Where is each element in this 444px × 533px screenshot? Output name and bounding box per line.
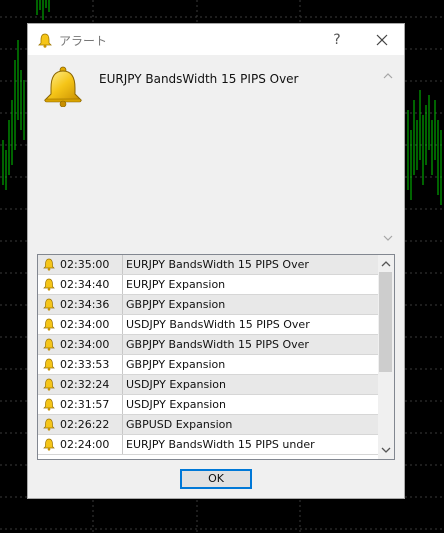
list-item[interactable]: 02:34:00 USDJPY BandsWidth 15 PIPS Over	[38, 315, 378, 335]
alert-text: USDJPY Expansion	[126, 398, 226, 411]
ok-button[interactable]: OK	[180, 469, 252, 489]
alert-text: EURJPY Expansion	[126, 278, 226, 291]
alert-text: EURJPY BandsWidth 15 PIPS Over	[126, 258, 309, 271]
alert-list[interactable]: 02:35:00 EURJPY BandsWidth 15 PIPS Over 02…	[37, 254, 395, 460]
alert-time: 02:34:40	[60, 278, 110, 291]
scrollbar-thumb[interactable]	[379, 272, 392, 372]
column-divider	[122, 255, 123, 275]
alert-text: EURJPY BandsWidth 15 PIPS under	[126, 438, 315, 451]
bell-icon	[43, 438, 55, 451]
window-title: アラート	[59, 34, 108, 48]
bell-icon	[43, 358, 55, 371]
alert-time: 02:32:24	[60, 378, 110, 391]
alert-dialog: アラート ? EURJPY BandsWidth 15 PIPS Over 02…	[27, 23, 405, 499]
help-button[interactable]: ?	[324, 28, 350, 52]
column-divider	[122, 375, 123, 395]
bell-icon	[43, 398, 55, 411]
bell-icon	[43, 338, 55, 351]
column-divider	[122, 415, 123, 435]
chevron-up-icon[interactable]	[381, 69, 395, 83]
list-item[interactable]: 02:34:36 GBPJPY Expansion	[38, 295, 378, 315]
alert-time: 02:34:36	[60, 298, 110, 311]
bell-icon	[43, 66, 83, 107]
alert-text: USDJPY BandsWidth 15 PIPS Over	[126, 318, 310, 331]
alert-time: 02:34:00	[60, 338, 110, 351]
close-icon	[376, 34, 388, 46]
bell-icon	[43, 258, 55, 271]
column-divider	[122, 355, 123, 375]
row-divider	[38, 454, 378, 455]
list-item[interactable]: 02:34:40 EURJPY Expansion	[38, 275, 378, 295]
alert-text: GBPJPY BandsWidth 15 PIPS Over	[126, 338, 309, 351]
alert-time: 02:26:22	[60, 418, 110, 431]
message-scrollbar[interactable]	[381, 69, 395, 245]
alert-message: EURJPY BandsWidth 15 PIPS Over	[99, 72, 299, 86]
list-item[interactable]: 02:33:53 GBPJPY Expansion	[38, 355, 378, 375]
title-bar[interactable]: アラート ?	[28, 24, 404, 55]
alert-time: 02:33:53	[60, 358, 110, 371]
column-divider	[122, 275, 123, 295]
bell-icon	[43, 378, 55, 391]
column-divider	[122, 295, 123, 315]
alert-text: GBPJPY Expansion	[126, 298, 226, 311]
list-item[interactable]: 02:35:00 EURJPY BandsWidth 15 PIPS Over	[38, 255, 378, 275]
alert-text: GBPJPY Expansion	[126, 358, 226, 371]
list-item[interactable]: 02:31:57 USDJPY Expansion	[38, 395, 378, 415]
bell-icon	[43, 318, 55, 331]
column-divider	[122, 335, 123, 355]
alert-time: 02:31:57	[60, 398, 110, 411]
alert-text: USDJPY Expansion	[126, 378, 226, 391]
column-divider	[122, 395, 123, 415]
list-item[interactable]: 02:34:00 GBPJPY BandsWidth 15 PIPS Over	[38, 335, 378, 355]
alert-time: 02:24:00	[60, 438, 110, 451]
alert-time: 02:34:00	[60, 318, 110, 331]
column-divider	[122, 315, 123, 335]
list-item[interactable]: 02:24:00 EURJPY BandsWidth 15 PIPS under	[38, 435, 378, 455]
bell-icon	[43, 418, 55, 431]
chevron-up-icon[interactable]	[379, 257, 393, 271]
chevron-down-icon[interactable]	[381, 231, 395, 245]
chevron-down-icon[interactable]	[379, 443, 393, 457]
column-divider	[122, 435, 123, 455]
list-scrollbar[interactable]	[378, 255, 394, 459]
alert-time: 02:35:00	[60, 258, 110, 271]
bell-icon	[43, 278, 55, 291]
bell-icon	[38, 33, 52, 48]
close-button[interactable]	[369, 28, 395, 52]
list-item[interactable]: 02:32:24 USDJPY Expansion	[38, 375, 378, 395]
alert-text: GBPUSD Expansion	[126, 418, 233, 431]
list-item[interactable]: 02:26:22 GBPUSD Expansion	[38, 415, 378, 435]
bell-icon	[43, 298, 55, 311]
